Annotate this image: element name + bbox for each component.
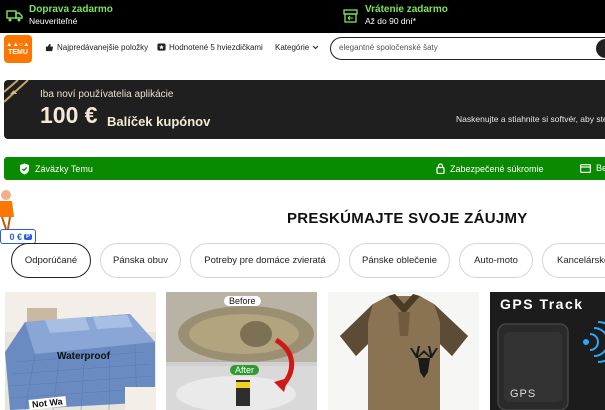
shipping-subtitle: Neuveriteľné — [29, 16, 78, 26]
lock-icon — [436, 163, 445, 174]
category-pill-mens-shoes[interactable]: Pánska obuv — [100, 243, 181, 278]
floating-price-badge[interactable]: 0 € P — [0, 229, 36, 244]
category-pill-office[interactable]: Kancelárske — [542, 243, 605, 278]
free-shipping-promo[interactable]: Doprava zadarmo Neuveriteľné — [6, 4, 113, 27]
banner-package-text: Balíček kupónov — [107, 114, 211, 129]
search-placeholder: elegantné spoločenské šaty — [339, 43, 438, 52]
third-trust-label: Be — [596, 163, 605, 173]
commitments-label: Záväzky Temu — [35, 164, 93, 174]
app-coupon-banner[interactable]: Iba noví používatelia aplikácie 100 € Ba… — [4, 80, 605, 139]
nav-five-star-label: Hodnotené 5 hviezdičkami — [169, 43, 263, 52]
section-title: PRESKÚMAJTE SVOJE ZÁUJMY — [287, 210, 528, 227]
product-label-waterproof: Waterproof — [57, 351, 110, 362]
thumbs-up-icon — [45, 43, 54, 52]
paypal-icon: P — [23, 233, 32, 240]
nav-bestsellers-label: Najpredávanejšie položky — [57, 43, 149, 52]
price-badge-amount: 0 € — [9, 231, 22, 242]
privacy-link[interactable]: Zabezpečené súkromie — [436, 163, 544, 174]
trust-bar: Záväzky Temu Zabezpečené súkromie Be — [4, 157, 605, 180]
category-pill-recommended[interactable]: Odporúčané — [11, 243, 91, 278]
nav-categories[interactable]: Kategórie — [275, 43, 322, 52]
before-label: Before — [224, 296, 261, 306]
polo-shirt-product-image — [328, 292, 479, 410]
nav-bestsellers[interactable]: Najpredávanejšie položky — [45, 43, 148, 52]
returns-title: Vrátenie zadarmo — [365, 4, 448, 15]
after-label: After — [230, 365, 260, 375]
returns-subtitle: Až do 90 dní* — [365, 16, 417, 26]
gps-device-label: GPS — [510, 388, 537, 400]
headlight-product-image — [166, 292, 317, 410]
free-returns-promo[interactable]: Vrátenie zadarmo Až do 90 dní* — [342, 4, 448, 27]
nav-categories-label: Kategórie — [275, 43, 310, 52]
product-card-mattress-protector[interactable]: Waterproof Not Wa — [5, 292, 156, 410]
nav-five-star[interactable]: Hodnotené 5 hviezdičkami — [157, 43, 263, 52]
top-promo-bar: Doprava zadarmo Neuveriteľné Vrátenie za… — [0, 0, 605, 33]
site-header: ▲▲○▲ TEMU Najpredávanejšie položky Hodno… — [0, 33, 605, 65]
category-pill-auto-moto[interactable]: Auto-moto — [459, 243, 533, 278]
temu-logo[interactable]: ▲▲○▲ TEMU — [4, 35, 32, 63]
chevron-down-icon — [312, 45, 319, 50]
banner-amount: 100 € — [40, 102, 98, 128]
gps-banner-title: GPS Track — [500, 296, 584, 312]
card-icon — [580, 163, 591, 173]
category-pill-mens-clothing[interactable]: Pánske oblečenie — [349, 243, 450, 278]
commitments-link[interactable]: Záväzky Temu — [19, 163, 93, 175]
return-box-icon — [342, 8, 359, 23]
product-card-polo-shirt[interactable] — [328, 292, 479, 410]
privacy-label: Zabezpečené súkromie — [450, 163, 544, 174]
truck-icon — [6, 8, 23, 23]
logo-mark: ▲▲○▲ — [6, 42, 30, 48]
category-pill-pet-supplies[interactable]: Potreby pre domáce zvieratá — [190, 243, 340, 278]
star-badge-icon — [157, 43, 166, 52]
shipping-title: Doprava zadarmo — [29, 4, 113, 15]
third-trust-link[interactable]: Be — [580, 163, 605, 173]
product-card-headlight-restoration[interactable]: Before After — [166, 292, 317, 410]
banner-scan-text: Naskenujte a stiahnite si softvér, aby s… — [456, 114, 605, 124]
product-card-gps-tracker[interactable]: GPS Track GPS — [490, 292, 605, 410]
ribbon-decoration-icon — [4, 80, 29, 103]
banner-new-users-text: Iba noví používatelia aplikácie — [40, 89, 174, 100]
mascot-figure-icon — [0, 190, 14, 229]
shield-check-icon — [19, 163, 30, 175]
search-input[interactable]: elegantné spoločenské šaty — [330, 37, 605, 60]
logo-text: TEMU — [8, 49, 28, 56]
